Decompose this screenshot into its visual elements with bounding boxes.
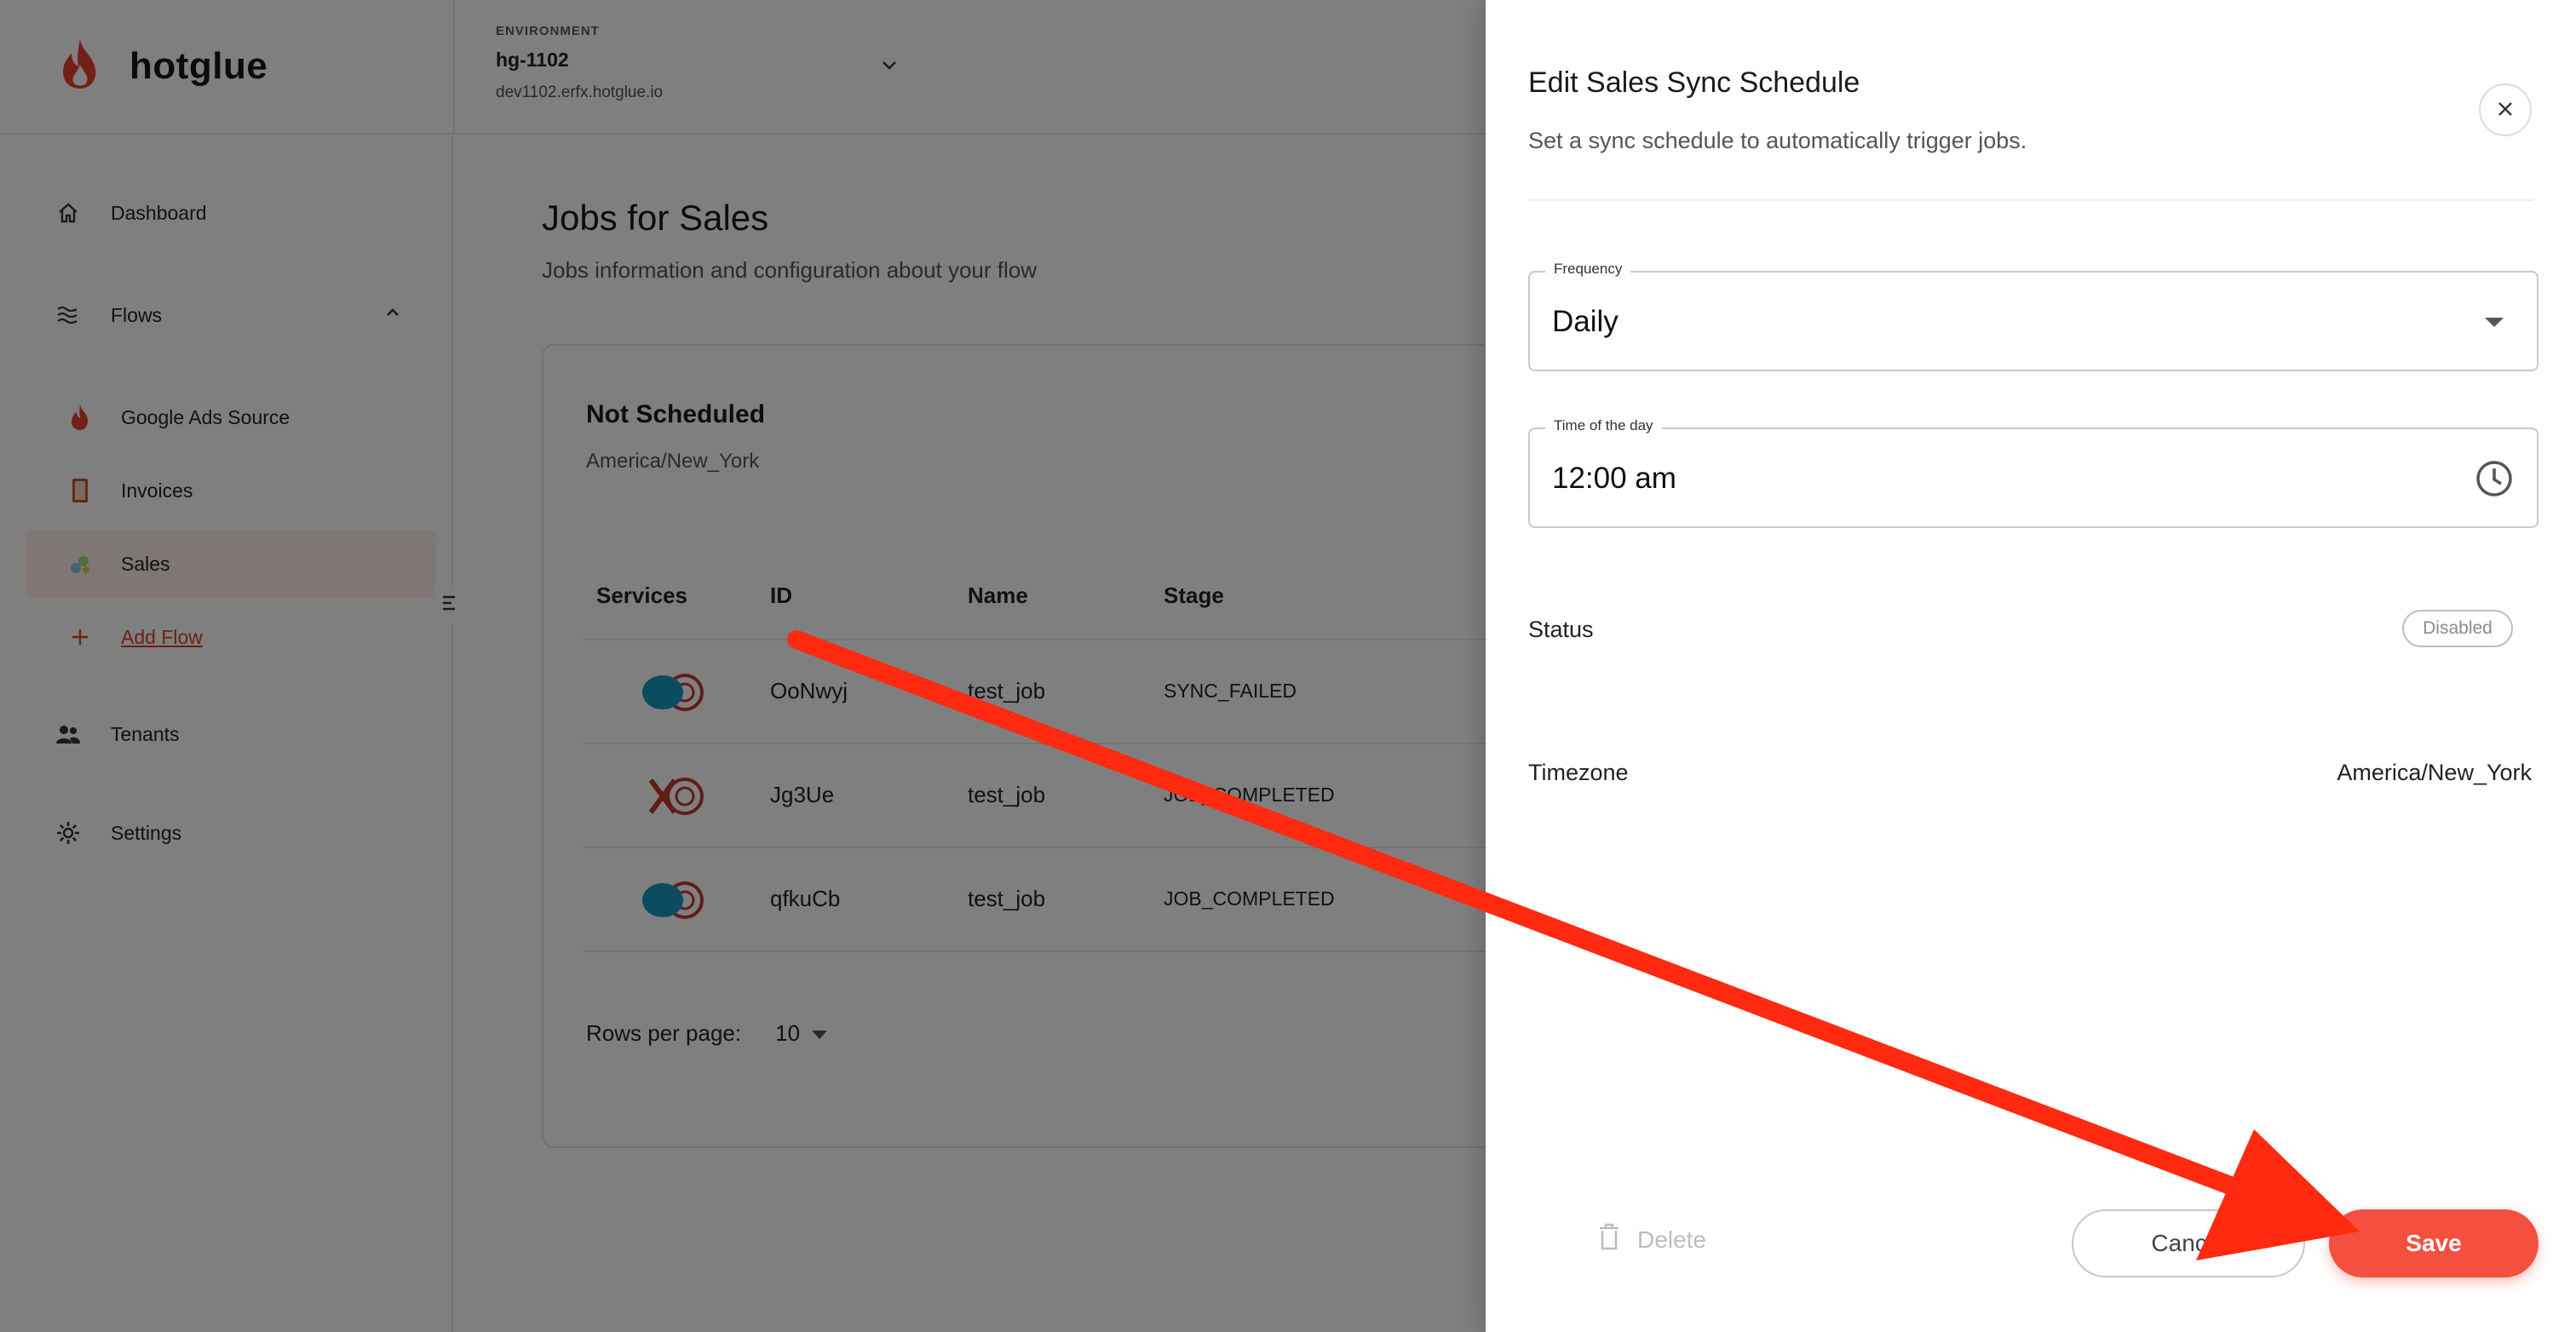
timezone-value: America/New_York	[2337, 760, 2532, 785]
frequency-select[interactable]: Frequency Daily	[1528, 261, 2539, 371]
cancel-button[interactable]: Cancel	[2072, 1209, 2305, 1277]
delete-button[interactable]: Delete	[1598, 1223, 1706, 1256]
time-of-day-label: Time of the day	[1545, 417, 1662, 434]
save-button[interactable]: Save	[2329, 1209, 2539, 1277]
clock-icon[interactable]	[2470, 455, 2518, 502]
status-badge[interactable]: Disabled	[2402, 610, 2513, 647]
time-of-day-input[interactable]: Time of the day 12:00 am	[1528, 417, 2539, 528]
status-label: Status	[1528, 617, 1594, 642]
edit-schedule-drawer: Edit Sales Sync Schedule Set a sync sche…	[1486, 0, 2576, 1332]
close-button[interactable]	[2479, 83, 2532, 136]
timezone-label: Timezone	[1528, 760, 1629, 785]
modal-backdrop[interactable]	[0, 0, 1486, 1332]
close-icon	[2496, 100, 2515, 121]
drawer-divider	[1528, 199, 2533, 201]
drawer-subtitle: Set a sync schedule to automatically tri…	[1528, 128, 2027, 153]
time-of-day-value: 12:00 am	[1552, 462, 1676, 495]
frequency-label: Frequency	[1545, 261, 1631, 278]
drawer-title: Edit Sales Sync Schedule	[1528, 66, 1860, 99]
caret-down-icon[interactable]	[2470, 298, 2518, 346]
frequency-value: Daily	[1552, 305, 1619, 338]
delete-label: Delete	[1637, 1226, 1706, 1253]
trash-icon	[1598, 1223, 1620, 1256]
